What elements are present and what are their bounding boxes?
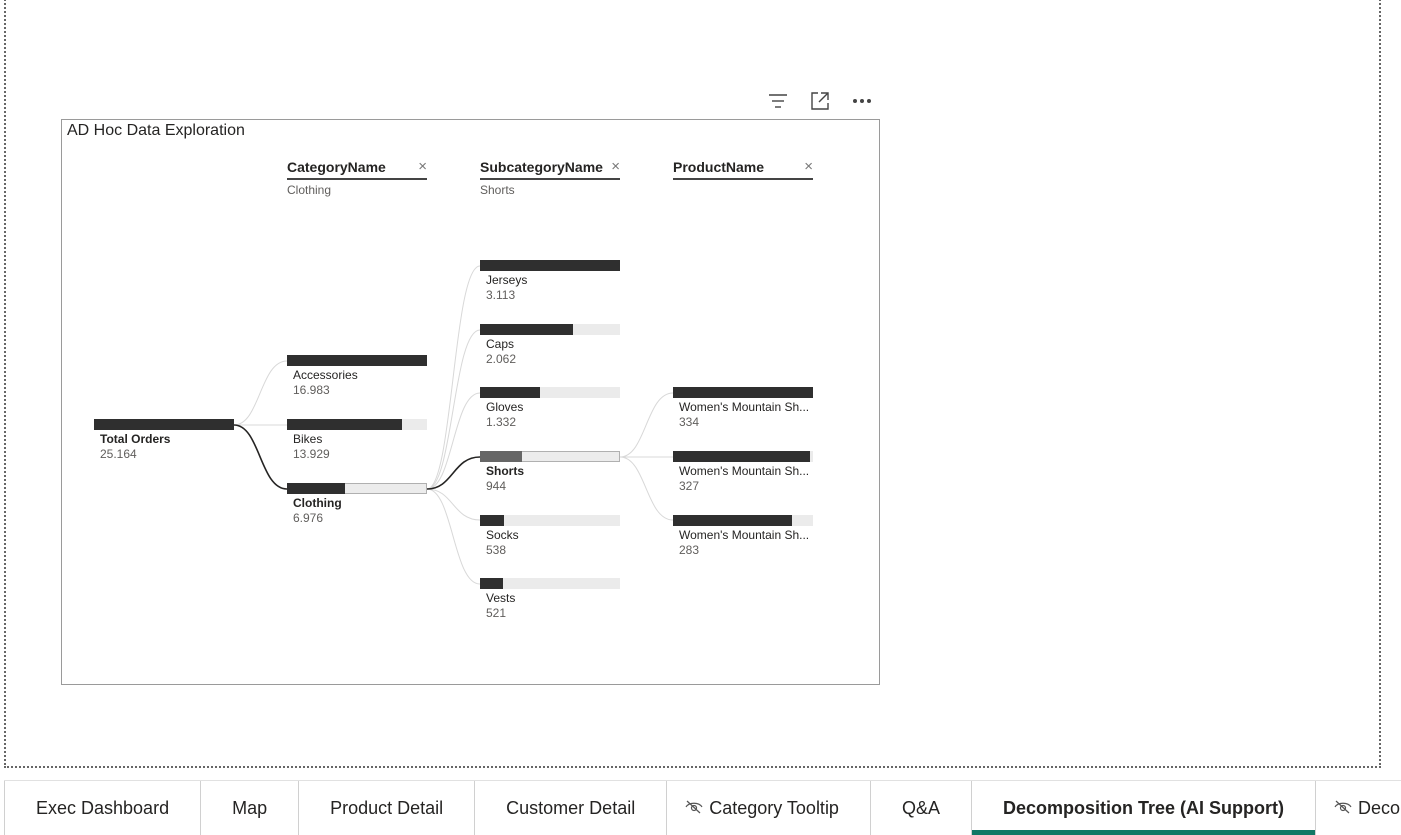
tab-label: Exec Dashboard	[36, 797, 170, 818]
node-bar-fill	[480, 324, 573, 335]
hidden-page-icon	[685, 798, 703, 819]
node-bar-fill	[480, 260, 620, 271]
hidden-page-icon	[1334, 798, 1352, 819]
node-label: Women's Mountain Sh...	[679, 400, 810, 414]
node-bar-fill	[480, 387, 540, 398]
level-header-subcategory[interactable]: SubcategoryName ×	[480, 158, 620, 180]
tab-qa[interactable]: Q&A	[871, 781, 972, 835]
node-bar-fill	[287, 355, 427, 366]
node-label: Total Orders	[100, 432, 171, 446]
tab-category-tooltip[interactable]: Category Tooltip	[667, 781, 871, 835]
node-label: Clothing	[293, 496, 342, 510]
level-selection-label: Clothing	[287, 183, 332, 197]
node-label: Bikes	[293, 432, 323, 446]
node-bar-fill	[673, 387, 813, 398]
tab-exec-dashboard[interactable]: Exec Dashboard	[4, 781, 202, 835]
remove-level-icon[interactable]: ×	[804, 158, 813, 175]
more-options-icon[interactable]	[848, 88, 876, 114]
tab-label: Map	[232, 797, 268, 818]
node-label: Vests	[486, 591, 516, 605]
tab-decompos[interactable]: Decompos	[1316, 781, 1401, 835]
focus-mode-icon[interactable]	[806, 88, 834, 114]
node-bar-fill	[673, 451, 810, 462]
decomposition-tree-visual[interactable]: AD Hoc Data Exploration CategoryName × C…	[61, 119, 880, 685]
node-value: 6.976	[293, 511, 324, 525]
node-bar-fill	[94, 419, 234, 430]
node-label: Accessories	[293, 368, 358, 382]
node-value: 538	[486, 543, 507, 557]
remove-level-icon[interactable]: ×	[611, 158, 620, 175]
level-header-category[interactable]: CategoryName ×	[287, 158, 427, 180]
node-bar-fill	[287, 419, 402, 430]
tab-label: Customer Detail	[506, 797, 636, 818]
tab-decomposition-tree-ai-support[interactable]: Decomposition Tree (AI Support)	[971, 781, 1316, 835]
node-value: 16.983	[293, 383, 330, 397]
node-label: Shorts	[486, 464, 525, 478]
node-value: 327	[679, 479, 700, 493]
node-value: 3.113	[486, 288, 516, 302]
level-header-label: CategoryName	[287, 159, 386, 175]
node-value: 1.332	[486, 415, 517, 429]
node-bar-fill	[480, 515, 504, 526]
node-value: 944	[486, 479, 507, 493]
tab-label: Product Detail	[330, 797, 444, 818]
node-value: 25.164	[100, 447, 137, 461]
node-value: 283	[679, 543, 700, 557]
node-label: Women's Mountain Sh...	[679, 528, 810, 542]
visual-header-toolbar	[764, 88, 876, 114]
tab-map[interactable]: Map	[201, 781, 300, 835]
tab-label: Decompos	[1357, 797, 1401, 818]
level-header-label: ProductName	[673, 159, 765, 175]
node-label: Caps	[486, 337, 515, 351]
tab-customer-detail[interactable]: Customer Detail	[475, 781, 668, 835]
node-label: Women's Mountain Sh...	[679, 464, 810, 478]
node-value: 521	[486, 606, 507, 620]
tab-product-detail[interactable]: Product Detail	[299, 781, 476, 835]
node-value: 2.062	[486, 352, 517, 366]
node-value: 334	[679, 415, 700, 429]
node-label: Socks	[486, 528, 519, 542]
node-value: 13.929	[293, 447, 330, 461]
node-bar-fill	[287, 483, 345, 494]
page-tabs: Exec Dashboard Map Product Detail Custom…	[4, 780, 1401, 835]
level-header-label: SubcategoryName	[480, 159, 603, 175]
node-bar-fill	[673, 515, 792, 526]
tab-label: Decomposition Tree (AI Support)	[1002, 797, 1284, 818]
remove-level-icon[interactable]: ×	[418, 158, 427, 175]
node-label: Gloves	[486, 400, 524, 414]
node-bar-fill	[480, 578, 503, 589]
tab-label: Q&A	[901, 797, 940, 818]
level-header-product[interactable]: ProductName ×	[673, 158, 813, 180]
level-selection-label: Shorts	[480, 183, 515, 197]
tab-label: Category Tooltip	[709, 797, 839, 818]
filter-icon[interactable]	[764, 88, 792, 114]
node-label: Jerseys	[486, 273, 528, 287]
node-bar-fill	[480, 451, 522, 462]
